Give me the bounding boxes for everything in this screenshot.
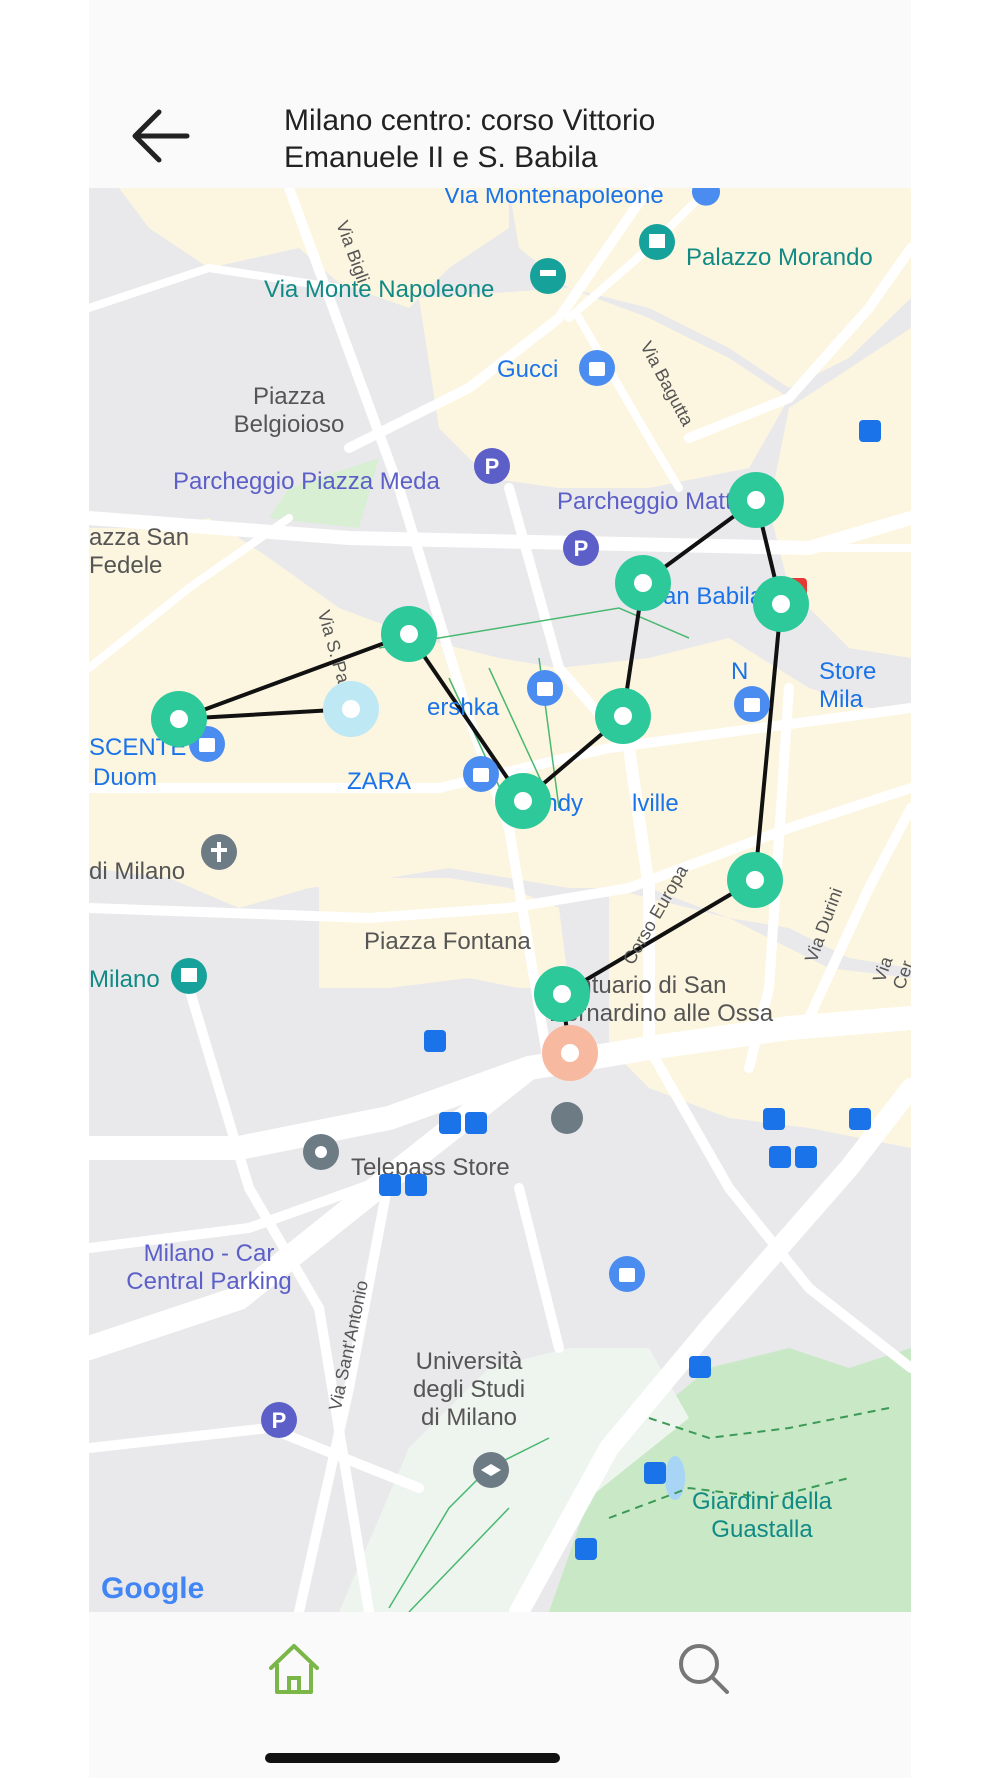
home-indicator [265,1753,560,1763]
stop-santuario[interactable] [534,966,590,1022]
stop-piazza-fontana[interactable] [495,773,551,829]
university-pin-icon [473,1452,509,1488]
title-line-1: Milano centro: corso Vittorio [284,104,656,137]
signpost-pin-icon [530,258,566,294]
page-title: Milano centro: corso Vittorio Emanuele I… [284,102,884,176]
museum-pin-icon [639,224,675,260]
title-line-2: Emanuele II e S. Babila [284,141,598,174]
transit-stop-icon [439,1112,487,1134]
left-margin [0,0,89,1778]
transit-stop-icon [379,1174,427,1196]
stop-durini[interactable] [727,852,783,908]
bus-stop-icon [644,1462,666,1484]
search-tab[interactable] [669,1634,739,1704]
tram-stop-icon [424,1030,446,1052]
destination-marker[interactable] [542,1025,598,1081]
stop-nike-store[interactable] [753,576,809,632]
shopping-pin-icon [579,350,615,386]
bus-stop-icon [859,420,881,442]
arrow-left-icon [132,109,190,163]
stop-brandy-melville[interactable] [595,688,651,744]
stop-babila-south[interactable] [615,555,671,611]
stop-san-babila[interactable] [728,472,784,528]
phone-screen: Milano centro: corso Vittorio Emanuele I… [89,0,911,1778]
shopping-pin-icon [463,756,499,792]
stop-duomo[interactable] [151,691,207,747]
parking-pin-icon: P [563,530,599,566]
stop-bershka[interactable] [381,606,437,662]
svg-text:P: P [272,1408,287,1433]
home-tab[interactable] [259,1634,329,1704]
map-view[interactable]: Via Montenapoleone Palazzo Morando Via M… [89,188,911,1612]
pin-icon [551,1102,583,1134]
museum-pin-icon [171,958,207,994]
bus-stop-icon [689,1356,711,1378]
current-location-marker[interactable] [323,681,379,737]
transit-stop-icon [763,1108,871,1130]
marker-layer: P P M P [151,188,881,1560]
bus-stop-icon [575,1538,597,1560]
shopping-pin-icon [734,686,770,722]
back-button[interactable] [129,104,199,168]
church-pin-icon [201,834,237,870]
pin-icon [303,1134,339,1170]
shopping-pin-icon [527,670,563,706]
svg-text:P: P [574,536,589,561]
parking-pin-icon: P [474,448,510,484]
home-icon [269,1644,319,1694]
search-icon [679,1644,729,1694]
gift-pin-icon [692,188,720,206]
svg-text:P: P [485,454,500,479]
shopping-pin-icon [609,1256,645,1292]
app-header: Milano centro: corso Vittorio Emanuele I… [89,0,911,188]
right-margin [911,0,1000,1778]
transit-stop-icon [769,1146,817,1168]
parking-pin-icon: P [261,1402,297,1438]
